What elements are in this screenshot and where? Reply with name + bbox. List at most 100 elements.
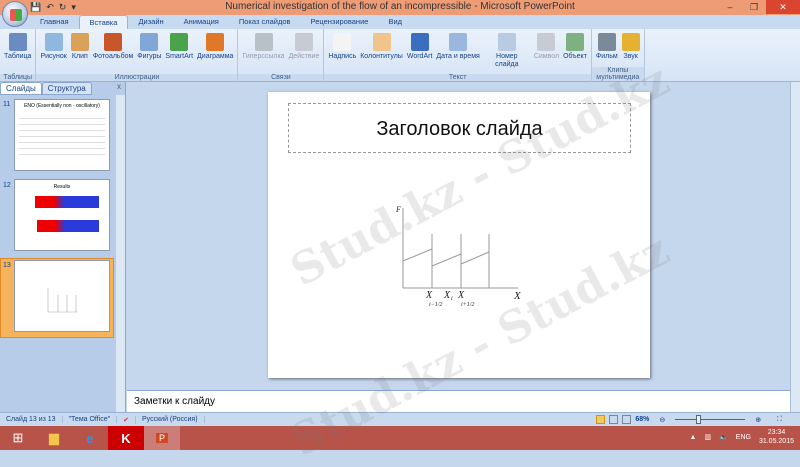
office-logo-icon [10, 9, 22, 21]
slides-pane: Слайды Структура x 11 ENO (Essentially n… [0, 82, 126, 412]
volume-icon[interactable]: 🔈 [719, 433, 728, 441]
slide-canvas[interactable]: Заголовок слайда F X X i−1/2 X i X i+1/2 [268, 92, 650, 378]
ribbon-group-label: Текст [324, 74, 591, 81]
ribbon-group: Таблица Таблицы [0, 29, 37, 82]
ribbon-button-icon [565, 33, 584, 51]
clock[interactable]: 23:34 31.05.2015 [759, 428, 794, 446]
redo-icon[interactable]: ↻ [59, 2, 67, 13]
slides-scrollbar[interactable] [116, 95, 125, 412]
editor-scrollbar[interactable] [790, 82, 800, 412]
slide-editor: Заголовок слайда F X X i−1/2 X i X i+1/2 [127, 82, 790, 388]
zoom-slider-thumb[interactable] [696, 415, 702, 424]
slide-thumbnail-12[interactable]: Results [14, 179, 110, 251]
zoom-in-button[interactable]: ⊕ [749, 416, 767, 424]
ribbon-tabs: Главная Вставка Дизайн Анимация Показ сл… [0, 15, 800, 29]
tab-insert[interactable]: Вставка [78, 15, 129, 29]
ribbon-button-icon [294, 33, 313, 51]
notes-field[interactable]: Заметки к слайду [127, 390, 790, 412]
ribbon-button-icon [333, 33, 352, 51]
ribbon-group-label: Таблицы [0, 74, 36, 81]
slide-number: 12 [3, 182, 11, 189]
office-button[interactable] [2, 1, 28, 27]
slide-thumbnail-11[interactable]: ENO (Essentially non - oscillatory) [14, 99, 110, 171]
tick-subscript: i+1/2 [461, 302, 474, 308]
fit-window-button[interactable]: ⛶ [771, 416, 788, 424]
tab-home[interactable]: Главная [30, 15, 79, 29]
thumb-content [19, 113, 105, 157]
pane-close-button[interactable]: x [117, 82, 125, 95]
kaspersky-icon[interactable]: K [108, 426, 144, 450]
ribbon-button-icon [44, 33, 63, 51]
save-icon[interactable]: 💾 [30, 2, 41, 13]
slide-counter: Слайд 13 из 13 [0, 416, 63, 423]
ribbon-group: Надпись Колонтитулы WordArt Дата и время Ном… [324, 29, 592, 82]
ribbon-button-label: Фигуры [137, 53, 162, 60]
ribbon-group-label: Связи [238, 74, 324, 81]
zoom-out-button[interactable]: ⊖ [653, 416, 671, 424]
ribbon-button-label: Колонтитулы [360, 53, 403, 60]
ribbon-button-label: WordArt [406, 53, 433, 60]
ribbon-group-label: Иллюстрации [36, 74, 238, 81]
ribbon-button-label: Действие [288, 53, 320, 60]
spellcheck-icon[interactable]: ✔ [117, 415, 136, 424]
ribbon-button-icon [410, 33, 429, 51]
file-explorer-icon[interactable]: ▆ [36, 426, 72, 450]
start-button[interactable]: ⊞ [0, 426, 36, 450]
language[interactable]: Русский (Россия) [136, 416, 205, 423]
zoom-slider[interactable] [675, 415, 746, 424]
tab-design[interactable]: Дизайн [128, 15, 173, 29]
close-button[interactable]: ✕ [766, 0, 800, 14]
x-axis-label: X [513, 290, 522, 302]
ribbon-button-icon [537, 33, 556, 51]
input-language[interactable]: ENG [736, 434, 751, 441]
ribbon-button-icon [497, 33, 516, 51]
ribbon-button-icon [254, 33, 273, 51]
window-title: Numerical investigation of the flow of a… [225, 1, 575, 12]
tab-outline[interactable]: Структура [41, 82, 92, 95]
ribbon-button-label: Фотоальбом [92, 53, 134, 60]
tab-review[interactable]: Рецензирование [301, 15, 379, 29]
ribbon: Таблица Таблицы Рисунок Клип Фотоальбом Фигур… [0, 29, 800, 82]
ribbon-button-label: Дата и время [436, 53, 480, 60]
tick-label: X [457, 290, 465, 301]
tab-animation[interactable]: Анимация [174, 15, 229, 29]
restore-button[interactable]: ❐ [742, 0, 766, 14]
ribbon-button-icon [70, 33, 89, 51]
ribbon-button-icon [372, 33, 391, 51]
sorter-view-button[interactable] [609, 415, 619, 424]
status-bar: Слайд 13 из 13 "Тема Office" ✔ Русский (… [0, 412, 800, 426]
internet-explorer-icon[interactable]: e [72, 426, 108, 450]
normal-view-button[interactable] [596, 415, 606, 424]
zoom-level[interactable]: 68% [635, 416, 649, 423]
diagram: F X X i−1/2 X i X i+1/2 [395, 205, 522, 308]
ribbon-button-label: Фильм [595, 53, 618, 60]
ribbon-button-label: SmartArt [165, 53, 194, 60]
tab-view[interactable]: Вид [378, 15, 412, 29]
slideshow-button[interactable] [622, 415, 632, 424]
slide-thumbnail-13[interactable] [14, 260, 110, 332]
tick-subscript: i [451, 296, 453, 302]
ribbon-button-icon [140, 33, 159, 51]
thumb-plot [37, 220, 99, 232]
ribbon-button-label: Звук [623, 53, 638, 60]
y-axis-label: F [395, 205, 401, 214]
network-icon[interactable]: ▥ [704, 433, 711, 441]
ribbon-button-icon [597, 33, 616, 51]
thumb-plot [35, 196, 99, 208]
ribbon-button-icon [206, 33, 225, 51]
ribbon-button-label: Гиперссылка [242, 53, 285, 60]
ribbon-group: Рисунок Клип Фотоальбом Фигуры SmartArt Диагр… [36, 29, 239, 82]
undo-icon[interactable]: ↶ [46, 2, 54, 13]
ribbon-button-label: Клип [71, 53, 88, 60]
quick-access-toolbar: 💾 ↶ ↻ ▾ [30, 2, 76, 13]
tab-slides[interactable]: Слайды [0, 82, 42, 95]
theme-name[interactable]: "Тема Office" [63, 416, 118, 423]
tick-label: X [443, 290, 451, 301]
minimize-button[interactable]: – [718, 0, 742, 14]
show-hidden-icons[interactable]: ▲ [690, 434, 697, 441]
powerpoint-icon[interactable]: P [144, 426, 180, 450]
ribbon-group: Гиперссылка Действие Связи [238, 29, 325, 82]
customize-qat-icon[interactable]: ▾ [71, 2, 76, 13]
taskbar: ⊞ ▆ e K P ▲ ▥ 🔈 ENG 23:34 31.05.2015 [0, 426, 800, 450]
tab-slideshow[interactable]: Показ слайдов [229, 15, 301, 29]
